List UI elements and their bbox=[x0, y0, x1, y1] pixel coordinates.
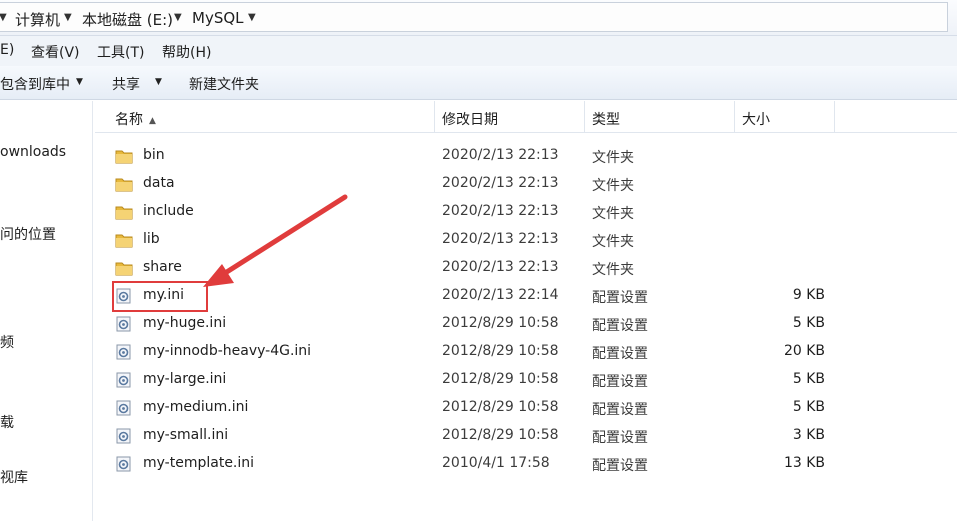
annotation-arrow bbox=[203, 194, 348, 287]
